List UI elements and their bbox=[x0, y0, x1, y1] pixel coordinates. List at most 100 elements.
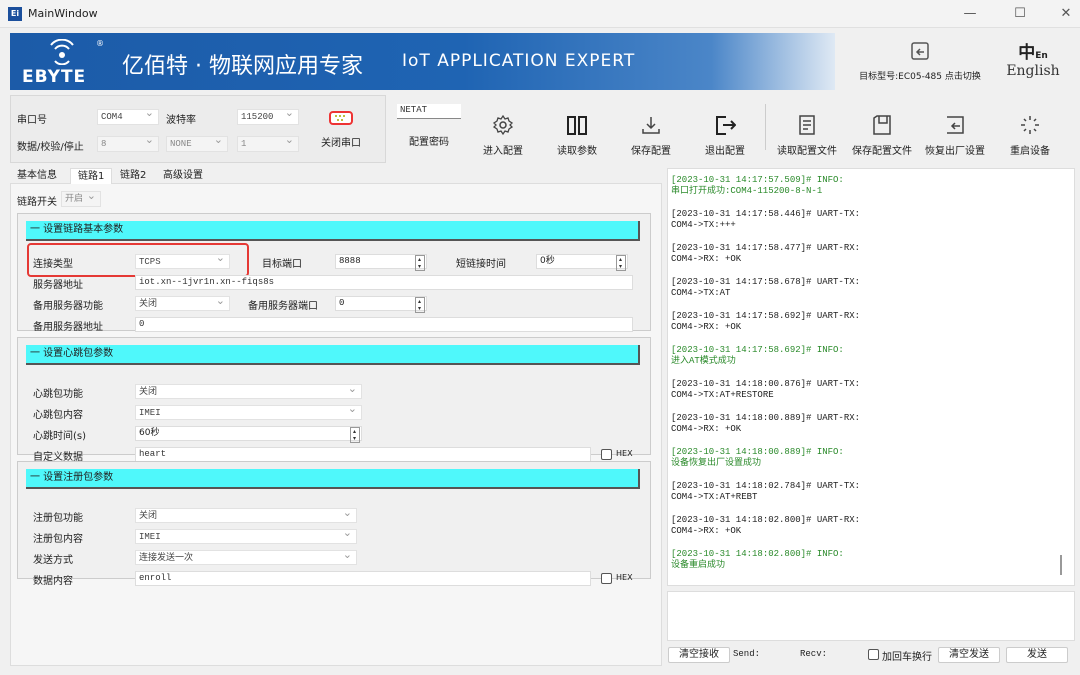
log-entry-body: COM4->RX: +OK bbox=[671, 322, 742, 332]
field-input[interactable]: iot.xn--1jvr1n.xn--fiqs8s bbox=[135, 275, 633, 290]
field-spin[interactable]: 8888 bbox=[335, 254, 427, 271]
field-input[interactable]: enroll bbox=[135, 571, 591, 586]
recv-count-label: Recv: bbox=[800, 649, 828, 659]
baud-label: 波特率 bbox=[166, 115, 196, 126]
field-label: 目标端口 bbox=[262, 259, 302, 270]
link-switch-label: 链路开关 bbox=[17, 197, 57, 208]
field-select[interactable]: 关闭 bbox=[135, 294, 230, 311]
send-input[interactable] bbox=[667, 591, 1075, 641]
log-entry-header: [2023-10-31 14:17:58.477]# UART-RX: bbox=[671, 243, 861, 253]
tab-1[interactable]: 链路1 bbox=[70, 168, 113, 184]
field-select[interactable]: 连接发送一次 bbox=[135, 548, 357, 565]
wireless-logo-icon bbox=[50, 39, 74, 65]
log-entry-body: 进入AT模式成功 bbox=[671, 356, 736, 366]
toolbar-button-label: 读取参数 bbox=[557, 146, 597, 157]
gear-icon bbox=[468, 114, 538, 136]
field-spin[interactable]: 0 bbox=[335, 296, 427, 313]
data-bits-select[interactable]: 8 bbox=[97, 134, 159, 152]
password-input[interactable]: NETAT bbox=[397, 104, 461, 119]
exit-icon bbox=[690, 114, 760, 136]
toolbar-button-6[interactable]: 恢复出厂设置 bbox=[920, 108, 990, 157]
log-entry-header: [2023-10-31 14:18:02.800]# UART-RX: bbox=[671, 515, 861, 525]
field-label: 发送方式 bbox=[33, 555, 73, 566]
log-entry-header: [2023-10-31 14:17:58.692]# UART-RX: bbox=[671, 311, 861, 321]
toolbar-button-5[interactable]: 保存配置文件 bbox=[847, 108, 917, 157]
log-entry: [2023-10-31 14:17:58.446]# UART-TX: COM4-… bbox=[671, 209, 1071, 231]
minimize-button[interactable]: — bbox=[950, 4, 990, 24]
log-entry-body: 设备恢复出厂设置成功 bbox=[671, 458, 762, 468]
section-header-0: 一 设置链路基本参数 bbox=[26, 221, 640, 241]
log-entry: [2023-10-31 14:18:02.800]# UART-RX: COM4-… bbox=[671, 515, 1071, 537]
window-title: MainWindow bbox=[28, 7, 98, 20]
log-entry: [2023-10-31 14:17:58.678]# UART-TX: COM4-… bbox=[671, 277, 1071, 299]
field-spin[interactable]: 0秒 bbox=[536, 254, 628, 271]
file-read-icon bbox=[772, 114, 842, 136]
toolbar-button-7[interactable]: 重启设备 bbox=[995, 108, 1065, 157]
tab-0[interactable]: 基本信息 bbox=[10, 168, 64, 184]
section-header-1: 一 设置心跳包参数 bbox=[26, 345, 640, 365]
port-select[interactable]: COM4 bbox=[97, 107, 159, 125]
language-icon: 中En bbox=[1018, 43, 1048, 63]
target-model-label: 目标型号:EC05-485 点击切换 bbox=[859, 72, 981, 82]
language-switch[interactable]: 中En English bbox=[1000, 38, 1066, 79]
field-label: 备用服务器地址 bbox=[33, 322, 103, 333]
log-entry-header: [2023-10-31 14:18:00.889]# INFO: bbox=[671, 447, 844, 457]
log-entry-header: [2023-10-31 14:18:00.889]# UART-RX: bbox=[671, 413, 861, 423]
field-input[interactable]: 0 bbox=[135, 317, 633, 332]
slogan-cn: 亿佰特 · 物联网应用专家 bbox=[122, 54, 363, 79]
field-select[interactable]: 关闭 bbox=[135, 506, 357, 523]
log-entry-header: [2023-10-31 14:18:02.800]# INFO: bbox=[671, 549, 844, 559]
log-scrollbar[interactable] bbox=[1060, 555, 1062, 575]
field-label: 心跳包内容 bbox=[33, 410, 83, 421]
section-header-2: 一 设置注册包参数 bbox=[26, 469, 640, 489]
toolbar-button-label: 保存配置文件 bbox=[852, 146, 912, 157]
toolbar-button-label: 重启设备 bbox=[1010, 146, 1050, 157]
log-entry: [2023-10-31 14:18:00.876]# UART-TX: COM4-… bbox=[671, 379, 1071, 401]
crlf-checkbox[interactable] bbox=[868, 649, 879, 660]
toolbar-button-2[interactable]: 保存配置 bbox=[616, 108, 686, 157]
language-label: English bbox=[1006, 63, 1060, 79]
field-label: 注册包功能 bbox=[33, 513, 83, 524]
toolbar-button-3[interactable]: 退出配置 bbox=[690, 108, 760, 157]
field-input[interactable]: heart bbox=[135, 447, 591, 462]
field-select[interactable]: IMEI bbox=[135, 403, 362, 420]
target-model-switch[interactable]: 目标型号:EC05-485 点击切换 bbox=[850, 40, 990, 82]
clear-receive-button[interactable]: 清空接收 bbox=[668, 647, 730, 663]
field-spin[interactable]: 60秒 bbox=[135, 426, 362, 443]
registered-mark: ® bbox=[96, 39, 104, 48]
link-switch-select[interactable]: 开启 bbox=[61, 189, 101, 207]
field-select[interactable]: 关闭 bbox=[135, 382, 362, 399]
hex-checkbox[interactable] bbox=[601, 449, 612, 460]
close-button[interactable]: ✕ bbox=[1046, 4, 1080, 24]
toolbar-button-0[interactable]: 进入配置 bbox=[468, 108, 538, 157]
log-entry-body: COM4->TX:AT+REBT bbox=[671, 492, 758, 502]
log-entry-header: [2023-10-31 14:17:58.692]# INFO: bbox=[671, 345, 844, 355]
log-entry-body: COM4->TX:+++ bbox=[671, 220, 736, 230]
baud-select[interactable]: 115200 bbox=[237, 107, 299, 125]
send-count-label: Send: bbox=[733, 649, 761, 659]
maximize-button[interactable]: ☐ bbox=[1000, 4, 1040, 24]
parity-select[interactable]: NONE bbox=[166, 134, 228, 152]
hex-checkbox[interactable] bbox=[601, 573, 612, 584]
field-label: 服务器地址 bbox=[33, 280, 83, 291]
field-label: 数据内容 bbox=[33, 576, 73, 587]
log-entry-body: COM4->RX: +OK bbox=[671, 526, 742, 536]
toolbar-button-1[interactable]: 读取参数 bbox=[542, 108, 612, 157]
close-port-button[interactable]: 关闭串口 bbox=[311, 111, 371, 149]
log-output[interactable]: [2023-10-31 14:17:57.509]# INFO: 串口打开成功:C… bbox=[667, 168, 1075, 586]
toolbar-button-4[interactable]: 读取配置文件 bbox=[772, 108, 842, 157]
toolbar-button-label: 进入配置 bbox=[483, 146, 523, 157]
download-icon bbox=[616, 114, 686, 136]
send-button[interactable]: 发送 bbox=[1006, 647, 1068, 663]
log-entry-body: COM4->RX: +OK bbox=[671, 424, 742, 434]
switch-icon bbox=[911, 42, 929, 60]
title-bar: Ei MainWindow — ☐ ✕ bbox=[0, 0, 1080, 28]
log-entry: [2023-10-31 14:17:58.692]# UART-RX: COM4-… bbox=[671, 311, 1071, 333]
stop-bits-select[interactable]: 1 bbox=[237, 134, 299, 152]
field-label: 注册包内容 bbox=[33, 534, 83, 545]
tab-2[interactable]: 链路2 bbox=[113, 168, 153, 184]
tab-3[interactable]: 高级设置 bbox=[156, 168, 210, 184]
field-select[interactable]: IMEI bbox=[135, 527, 357, 544]
field-label: 心跳包功能 bbox=[33, 389, 83, 400]
clear-send-button[interactable]: 清空发送 bbox=[938, 647, 1000, 663]
